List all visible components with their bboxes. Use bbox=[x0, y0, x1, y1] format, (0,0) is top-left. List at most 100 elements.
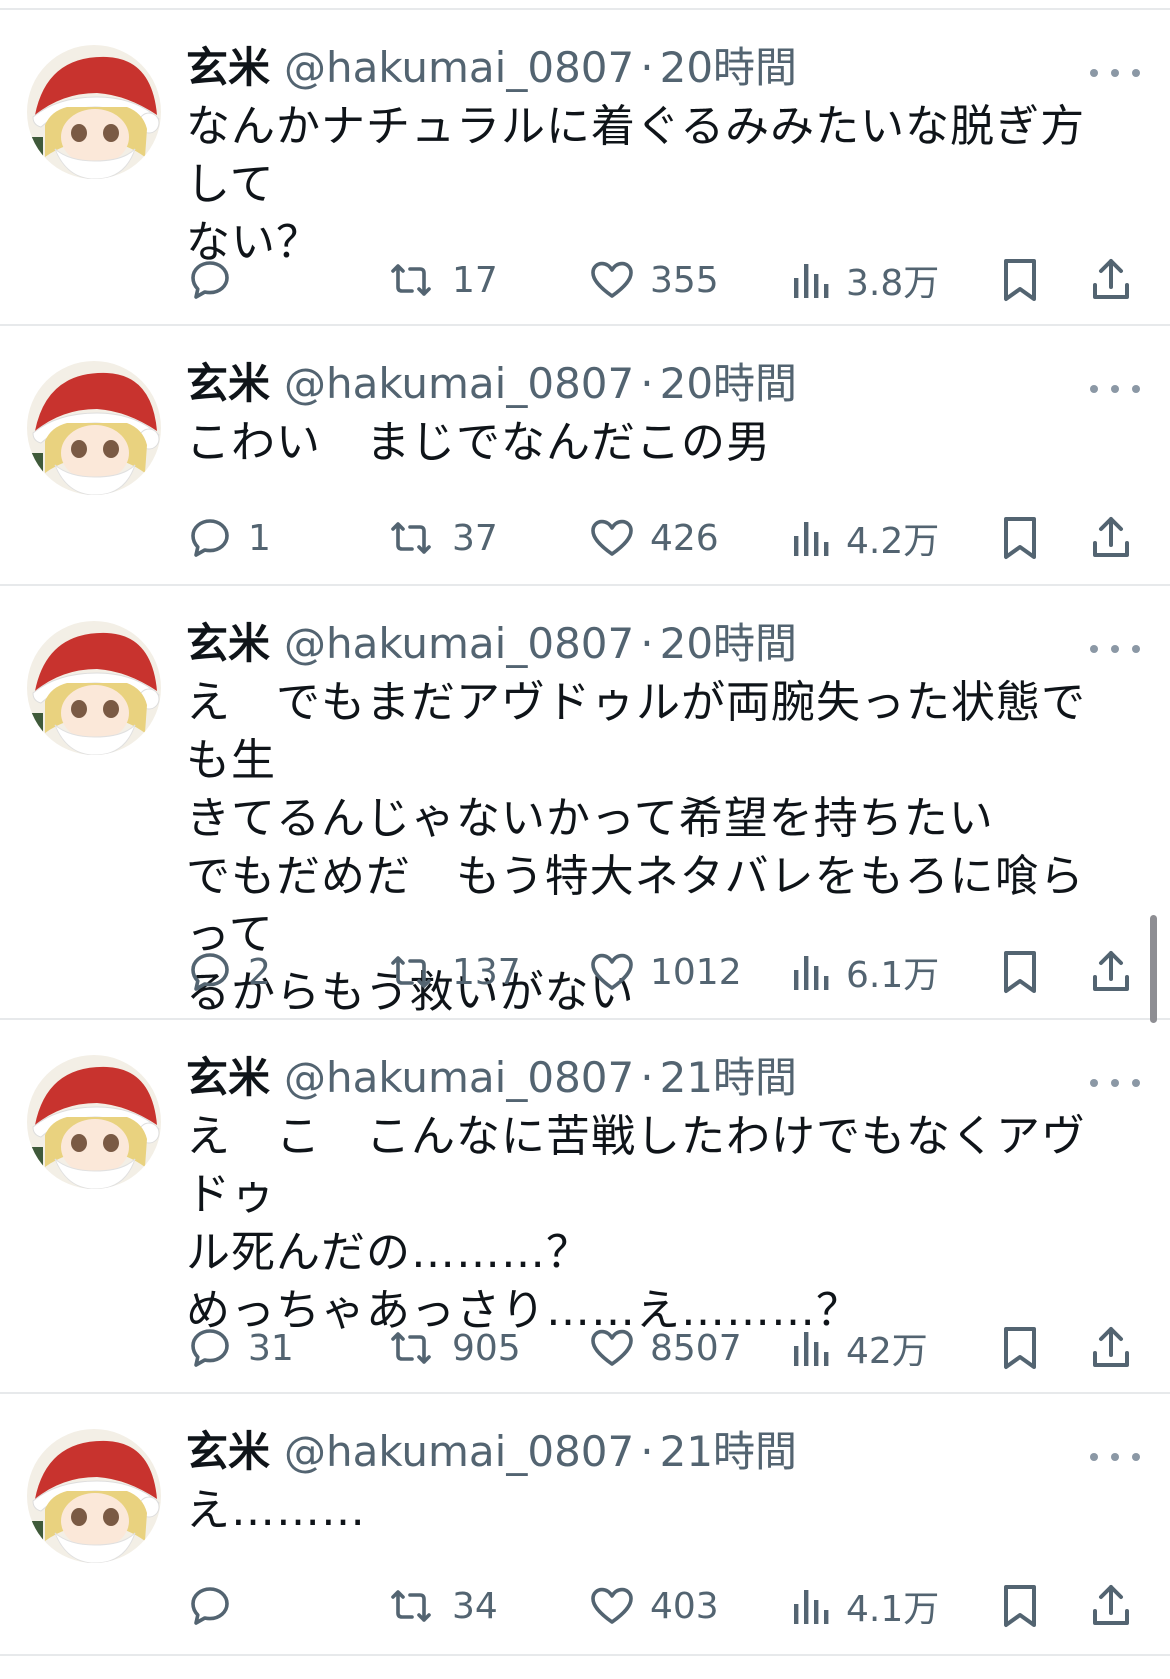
tweet[interactable]: 玄米 @hakumai_0807 · 20時間 こわい まじでなんだこの男 1 … bbox=[0, 326, 1170, 586]
view-count: 42万 bbox=[846, 1331, 928, 1372]
retweet-button[interactable]: 34 bbox=[384, 1578, 498, 1634]
bookmark-icon bbox=[1004, 1585, 1036, 1627]
tweet[interactable]: 玄米 @hakumai_0807 · 20時間 え でもまだアヴドゥルが両腕失っ… bbox=[0, 586, 1170, 1020]
like-button[interactable]: 1012 bbox=[588, 944, 742, 1000]
timestamp[interactable]: 21時間 bbox=[660, 1424, 797, 1480]
separator-dot: · bbox=[640, 1053, 654, 1102]
more-options-icon[interactable] bbox=[1090, 1068, 1140, 1098]
bookmark-button[interactable] bbox=[998, 510, 1042, 566]
tweet-header: 玄米 @hakumai_0807 · 21時間 bbox=[186, 1424, 797, 1480]
user-handle[interactable]: @hakumai_0807 bbox=[284, 1424, 634, 1480]
views-button[interactable]: 3.8万 bbox=[790, 252, 939, 308]
retweet-count: 17 bbox=[452, 259, 498, 301]
like-button[interactable]: 426 bbox=[588, 510, 719, 566]
like-count: 426 bbox=[650, 517, 719, 559]
bookmark-button[interactable] bbox=[998, 944, 1042, 1000]
avatar[interactable] bbox=[27, 1055, 161, 1189]
display-name[interactable]: 玄米 bbox=[186, 356, 270, 412]
action-bar: 2 137 1012 6.1万 bbox=[186, 944, 1146, 1000]
heart-icon bbox=[591, 261, 633, 298]
bookmark-button[interactable] bbox=[998, 1578, 1042, 1634]
more-options-icon[interactable] bbox=[1090, 58, 1140, 88]
user-handle[interactable]: @hakumai_0807 bbox=[284, 40, 634, 96]
display-name[interactable]: 玄米 bbox=[186, 40, 270, 96]
views-button[interactable]: 4.1万 bbox=[790, 1578, 939, 1634]
tweet-text: こわい まじでなんだこの男 bbox=[186, 417, 771, 468]
like-button[interactable]: 8507 bbox=[588, 1320, 742, 1376]
reply-icon bbox=[191, 1587, 229, 1625]
views-icon bbox=[794, 956, 829, 990]
bookmark-icon bbox=[1004, 1327, 1036, 1369]
user-handle[interactable]: @hakumai_0807 bbox=[284, 616, 634, 672]
share-button[interactable] bbox=[1088, 1320, 1134, 1376]
views-button[interactable]: 42万 bbox=[790, 1320, 928, 1376]
retweet-button[interactable]: 37 bbox=[384, 510, 498, 566]
more-options-icon[interactable] bbox=[1090, 374, 1140, 404]
like-count: 1012 bbox=[650, 951, 742, 993]
retweet-count: 37 bbox=[452, 517, 498, 559]
tweet-text: え こ こんなに苦戦したわけでもなくアヴドゥ ル死んだの………？ めっちゃあっさ… bbox=[186, 1111, 1086, 1336]
like-button[interactable]: 355 bbox=[588, 252, 719, 308]
share-icon bbox=[1093, 259, 1129, 299]
retweet-button[interactable]: 137 bbox=[384, 944, 521, 1000]
display-name[interactable]: 玄米 bbox=[186, 1050, 270, 1106]
retweet-button[interactable]: 17 bbox=[384, 252, 498, 308]
reply-button[interactable] bbox=[186, 1578, 248, 1634]
tweet-text: え……… bbox=[186, 1485, 366, 1536]
views-icon bbox=[794, 522, 829, 556]
reply-icon bbox=[191, 1329, 229, 1367]
tweet[interactable]: 玄米 @hakumai_0807 · 20時間 なんかナチュラルに着ぐるみみたい… bbox=[0, 10, 1170, 326]
share-button[interactable] bbox=[1088, 1578, 1134, 1634]
heart-icon bbox=[591, 519, 633, 556]
like-count: 403 bbox=[650, 1585, 719, 1627]
avatar[interactable] bbox=[27, 621, 161, 755]
bookmark-button[interactable] bbox=[998, 252, 1042, 308]
user-handle[interactable]: @hakumai_0807 bbox=[284, 356, 634, 412]
scrollbar[interactable] bbox=[1150, 915, 1157, 1023]
share-button[interactable] bbox=[1088, 510, 1134, 566]
tweet[interactable]: 玄米 @hakumai_0807 · 21時間 え……… 34 403 4.1万 bbox=[0, 1394, 1170, 1656]
action-bar: 1 37 426 4.2万 bbox=[186, 510, 1146, 566]
bookmark-icon bbox=[1004, 951, 1036, 993]
view-count: 3.8万 bbox=[846, 263, 940, 304]
more-options-icon[interactable] bbox=[1090, 1442, 1140, 1472]
tweet[interactable]: 玄米 @hakumai_0807 · 21時間 え こ こんなに苦戦したわけでも… bbox=[0, 1020, 1170, 1394]
display-name[interactable]: 玄米 bbox=[186, 616, 270, 672]
action-bar: 17 355 3.8万 bbox=[186, 252, 1146, 308]
like-button[interactable]: 403 bbox=[588, 1578, 719, 1634]
avatar[interactable] bbox=[27, 45, 161, 179]
share-button[interactable] bbox=[1088, 252, 1134, 308]
bookmark-icon bbox=[1004, 517, 1036, 559]
avatar[interactable] bbox=[27, 361, 161, 495]
bookmark-button[interactable] bbox=[998, 1320, 1042, 1376]
user-handle[interactable]: @hakumai_0807 bbox=[284, 1050, 634, 1106]
reply-icon bbox=[191, 261, 229, 299]
reply-button[interactable]: 31 bbox=[186, 1320, 294, 1376]
heart-icon bbox=[591, 1329, 633, 1366]
views-icon bbox=[794, 1332, 829, 1366]
timestamp[interactable]: 20時間 bbox=[660, 356, 797, 412]
more-options-icon[interactable] bbox=[1090, 634, 1140, 664]
reply-button[interactable]: 2 bbox=[186, 944, 271, 1000]
views-icon bbox=[794, 264, 829, 298]
avatar[interactable] bbox=[27, 1429, 161, 1563]
share-button[interactable] bbox=[1088, 944, 1134, 1000]
bookmark-icon bbox=[1004, 259, 1036, 301]
reply-button[interactable] bbox=[186, 252, 248, 308]
views-button[interactable]: 4.2万 bbox=[790, 510, 939, 566]
timestamp[interactable]: 21時間 bbox=[660, 1050, 797, 1106]
retweet-button[interactable]: 905 bbox=[384, 1320, 521, 1376]
reply-button[interactable]: 1 bbox=[186, 510, 271, 566]
retweet-icon bbox=[391, 956, 431, 988]
display-name[interactable]: 玄米 bbox=[186, 1424, 270, 1480]
separator-dot: · bbox=[640, 359, 654, 408]
retweet-count: 905 bbox=[452, 1327, 521, 1369]
share-icon bbox=[1093, 1585, 1129, 1625]
views-button[interactable]: 6.1万 bbox=[790, 944, 939, 1000]
timestamp[interactable]: 20時間 bbox=[660, 40, 797, 96]
views-icon bbox=[794, 1590, 829, 1624]
reply-count: 1 bbox=[248, 517, 271, 559]
tweet-text: なんかナチュラルに着ぐるみみたいな脱ぎ方して ない？ bbox=[186, 101, 1086, 268]
timestamp[interactable]: 20時間 bbox=[660, 616, 797, 672]
tweet-divider bbox=[0, 1654, 1170, 1656]
